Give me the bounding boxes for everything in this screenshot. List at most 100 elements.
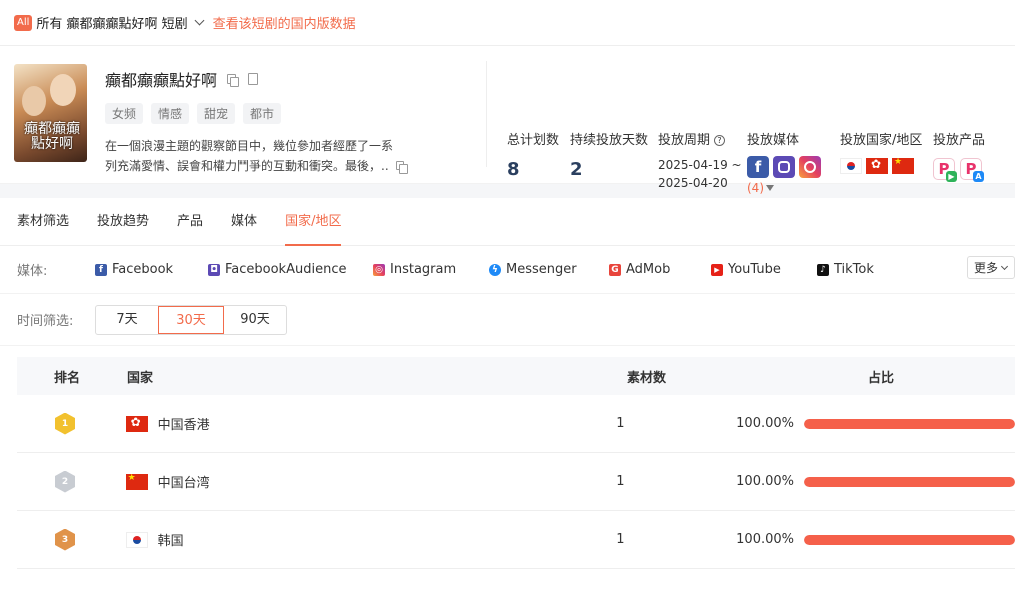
tab-country-region[interactable]: 国家/地区 xyxy=(285,198,342,246)
tag: 情感 xyxy=(151,103,190,124)
tag: 女频 xyxy=(105,103,144,124)
media-facebook-audience[interactable]: ◘ FacebookAudience xyxy=(208,262,373,277)
bronze-medal-icon: 3 xyxy=(55,528,75,551)
country-name: 韩国 xyxy=(157,534,184,549)
cn-flag-icon xyxy=(892,158,914,174)
admob-icon: G xyxy=(609,263,621,276)
divider xyxy=(486,61,487,167)
copy-icon[interactable] xyxy=(227,74,240,87)
description-line: 在一個浪漫主題的觀察節目中，幾位參加者經歷了一系 xyxy=(105,139,394,153)
header-rank: 排名 xyxy=(54,370,81,386)
period-end: 2025-04-20 xyxy=(658,176,728,190)
time-option-7d[interactable]: 7天 xyxy=(96,306,158,334)
google-play-app-icon[interactable]: P ▶ xyxy=(933,158,957,182)
facebook-icon: f xyxy=(95,263,107,276)
products-label: 投放产品 xyxy=(933,133,986,148)
tab-product[interactable]: 产品 xyxy=(177,198,203,246)
ratio-percent: 100.00% xyxy=(736,532,794,547)
media-icon-list: f xyxy=(747,156,821,178)
days-label: 持续投放天数 xyxy=(570,133,649,148)
copy-description-icon[interactable] xyxy=(396,161,409,174)
drama-description: 在一個浪漫主題的觀察節目中，幾位參加者經歷了一系 列充滿愛情、誤會和權力鬥爭的互… xyxy=(105,136,435,176)
section-gap xyxy=(0,184,1015,198)
tab-material-filter[interactable]: 素材筛选 xyxy=(17,198,69,246)
drama-title: 癲都癲癲點好啊 xyxy=(105,71,218,90)
hk-flag-icon xyxy=(866,158,888,174)
table-row: 1 中国香港 1 100.00% xyxy=(17,395,1015,453)
media-tiktok[interactable]: ♪ TikTok xyxy=(817,262,874,277)
top-bar: All 所有 癲都癲癲點好啊 短剧 查看该短剧的国内版数据 xyxy=(0,0,1015,46)
ratio-percent: 100.00% xyxy=(736,474,794,489)
media-facebook[interactable]: f Facebook xyxy=(95,262,208,277)
product-list: P ▶ PA xyxy=(933,158,984,182)
table-row: 2 中国台湾 1 100.00% xyxy=(17,453,1015,511)
drama-poster: 癲都癲癲點好啊 xyxy=(14,64,87,162)
media-admob[interactable]: G AdMob xyxy=(609,262,711,277)
media-filter-row: 媒体: f Facebook ◘ FacebookAudience ◎ Instagr… xyxy=(0,246,1015,294)
all-badge: All xyxy=(14,14,33,31)
domestic-data-link[interactable]: 查看该短剧的国内版数据 xyxy=(213,13,356,32)
drama-info: 癲都癲癲點好啊 女频 情感 甜宠 都市 在一個浪漫主題的觀察節目中，幾位參加者經… xyxy=(105,67,465,176)
kr-flag-icon xyxy=(840,158,862,174)
drama-selector-label: 所有 癲都癲癲點好啊 短剧 xyxy=(36,17,188,32)
plans-label: 总计划数 xyxy=(507,133,560,148)
material-count: 1 xyxy=(616,532,625,547)
ratio-percent: 100.00% xyxy=(736,416,794,431)
media-filter-label: 媒体: xyxy=(17,264,48,279)
time-filter-segment: 7天 30天 90天 xyxy=(95,304,287,335)
media-youtube[interactable]: ▶ YouTube xyxy=(711,262,817,277)
caret-down-icon xyxy=(766,185,774,191)
description-line: 列充滿愛情、誤會和權力鬥爭的互動和衝突。最後，.. xyxy=(105,156,435,176)
more-media-dropdown[interactable]: 更多 xyxy=(967,256,1015,279)
help-icon[interactable]: ? xyxy=(714,135,726,146)
period-label: 投放周期? xyxy=(658,129,726,148)
youtube-icon: ▶ xyxy=(711,263,723,276)
country-flag-list xyxy=(840,158,914,174)
material-count: 1 xyxy=(616,474,625,489)
poster-title: 癲都癲癲點好啊 xyxy=(24,121,80,152)
media-messenger[interactable]: ϟ Messenger xyxy=(489,262,609,277)
media-more-toggle[interactable]: (4) xyxy=(747,181,774,195)
time-option-30d[interactable]: 30天 xyxy=(158,305,224,334)
chevron-down-icon xyxy=(1000,262,1009,271)
header-ratio: 占比 xyxy=(867,370,894,386)
facebook-audience-icon: ◘ xyxy=(208,263,220,276)
period-start: 2025-04-19 ~ xyxy=(658,158,742,172)
kr-flag-icon xyxy=(125,531,148,548)
tw-flag-icon xyxy=(125,473,148,490)
country-name: 中国台湾 xyxy=(157,476,210,491)
tag-list: 女频 情感 甜宠 都市 xyxy=(105,103,465,124)
country-table: 排名 国家 素材数 占比 1 中国香港 1 100.00% 2 中国台湾 1 1… xyxy=(17,357,1015,569)
table-header: 排名 国家 素材数 占比 xyxy=(17,357,1015,395)
drama-selector[interactable]: 所有 癲都癲癲點好啊 短剧 xyxy=(36,13,212,32)
instagram-icon xyxy=(799,156,821,178)
facebook-icon: f xyxy=(747,156,769,178)
countries-label: 投放国家/地区 xyxy=(840,133,923,148)
media-label: 投放媒体 xyxy=(747,133,800,148)
tab-trend[interactable]: 投放趋势 xyxy=(97,198,149,246)
header-count: 素材数 xyxy=(627,370,667,386)
time-option-90d[interactable]: 90天 xyxy=(224,306,286,334)
document-icon[interactable] xyxy=(248,73,259,85)
ratio-bar xyxy=(804,476,1015,487)
time-filter-label: 时间筛选: xyxy=(17,314,74,329)
time-filter-row: 时间筛选: 7天 30天 90天 xyxy=(0,294,1015,346)
media-instagram[interactable]: ◎ Instagram xyxy=(373,262,489,277)
ratio-bar xyxy=(804,534,1015,545)
table-row: 3 韩国 1 100.00% xyxy=(17,511,1015,569)
silver-medal-icon: 2 xyxy=(55,470,75,493)
ratio-bar xyxy=(804,418,1015,429)
tag: 甜宠 xyxy=(197,103,236,124)
period-value: 2025-04-19 ~ 2025-04-20 xyxy=(658,156,742,192)
header-country: 国家 xyxy=(127,370,154,386)
tag: 都市 xyxy=(243,103,282,124)
material-count: 1 xyxy=(616,416,625,431)
instagram-icon: ◎ xyxy=(373,263,385,276)
days-value: 2 xyxy=(570,159,583,180)
drama-header: 癲都癲癲點好啊 癲都癲癲點好啊 女频 情感 甜宠 都市 在一個浪漫主題的觀察節目… xyxy=(0,46,1015,195)
gold-medal-icon: 1 xyxy=(55,412,75,435)
app-store-app-icon[interactable]: PA xyxy=(960,158,984,182)
facebook-audience-icon xyxy=(773,156,795,178)
chevron-down-icon xyxy=(194,15,205,26)
tab-media[interactable]: 媒体 xyxy=(231,198,257,246)
